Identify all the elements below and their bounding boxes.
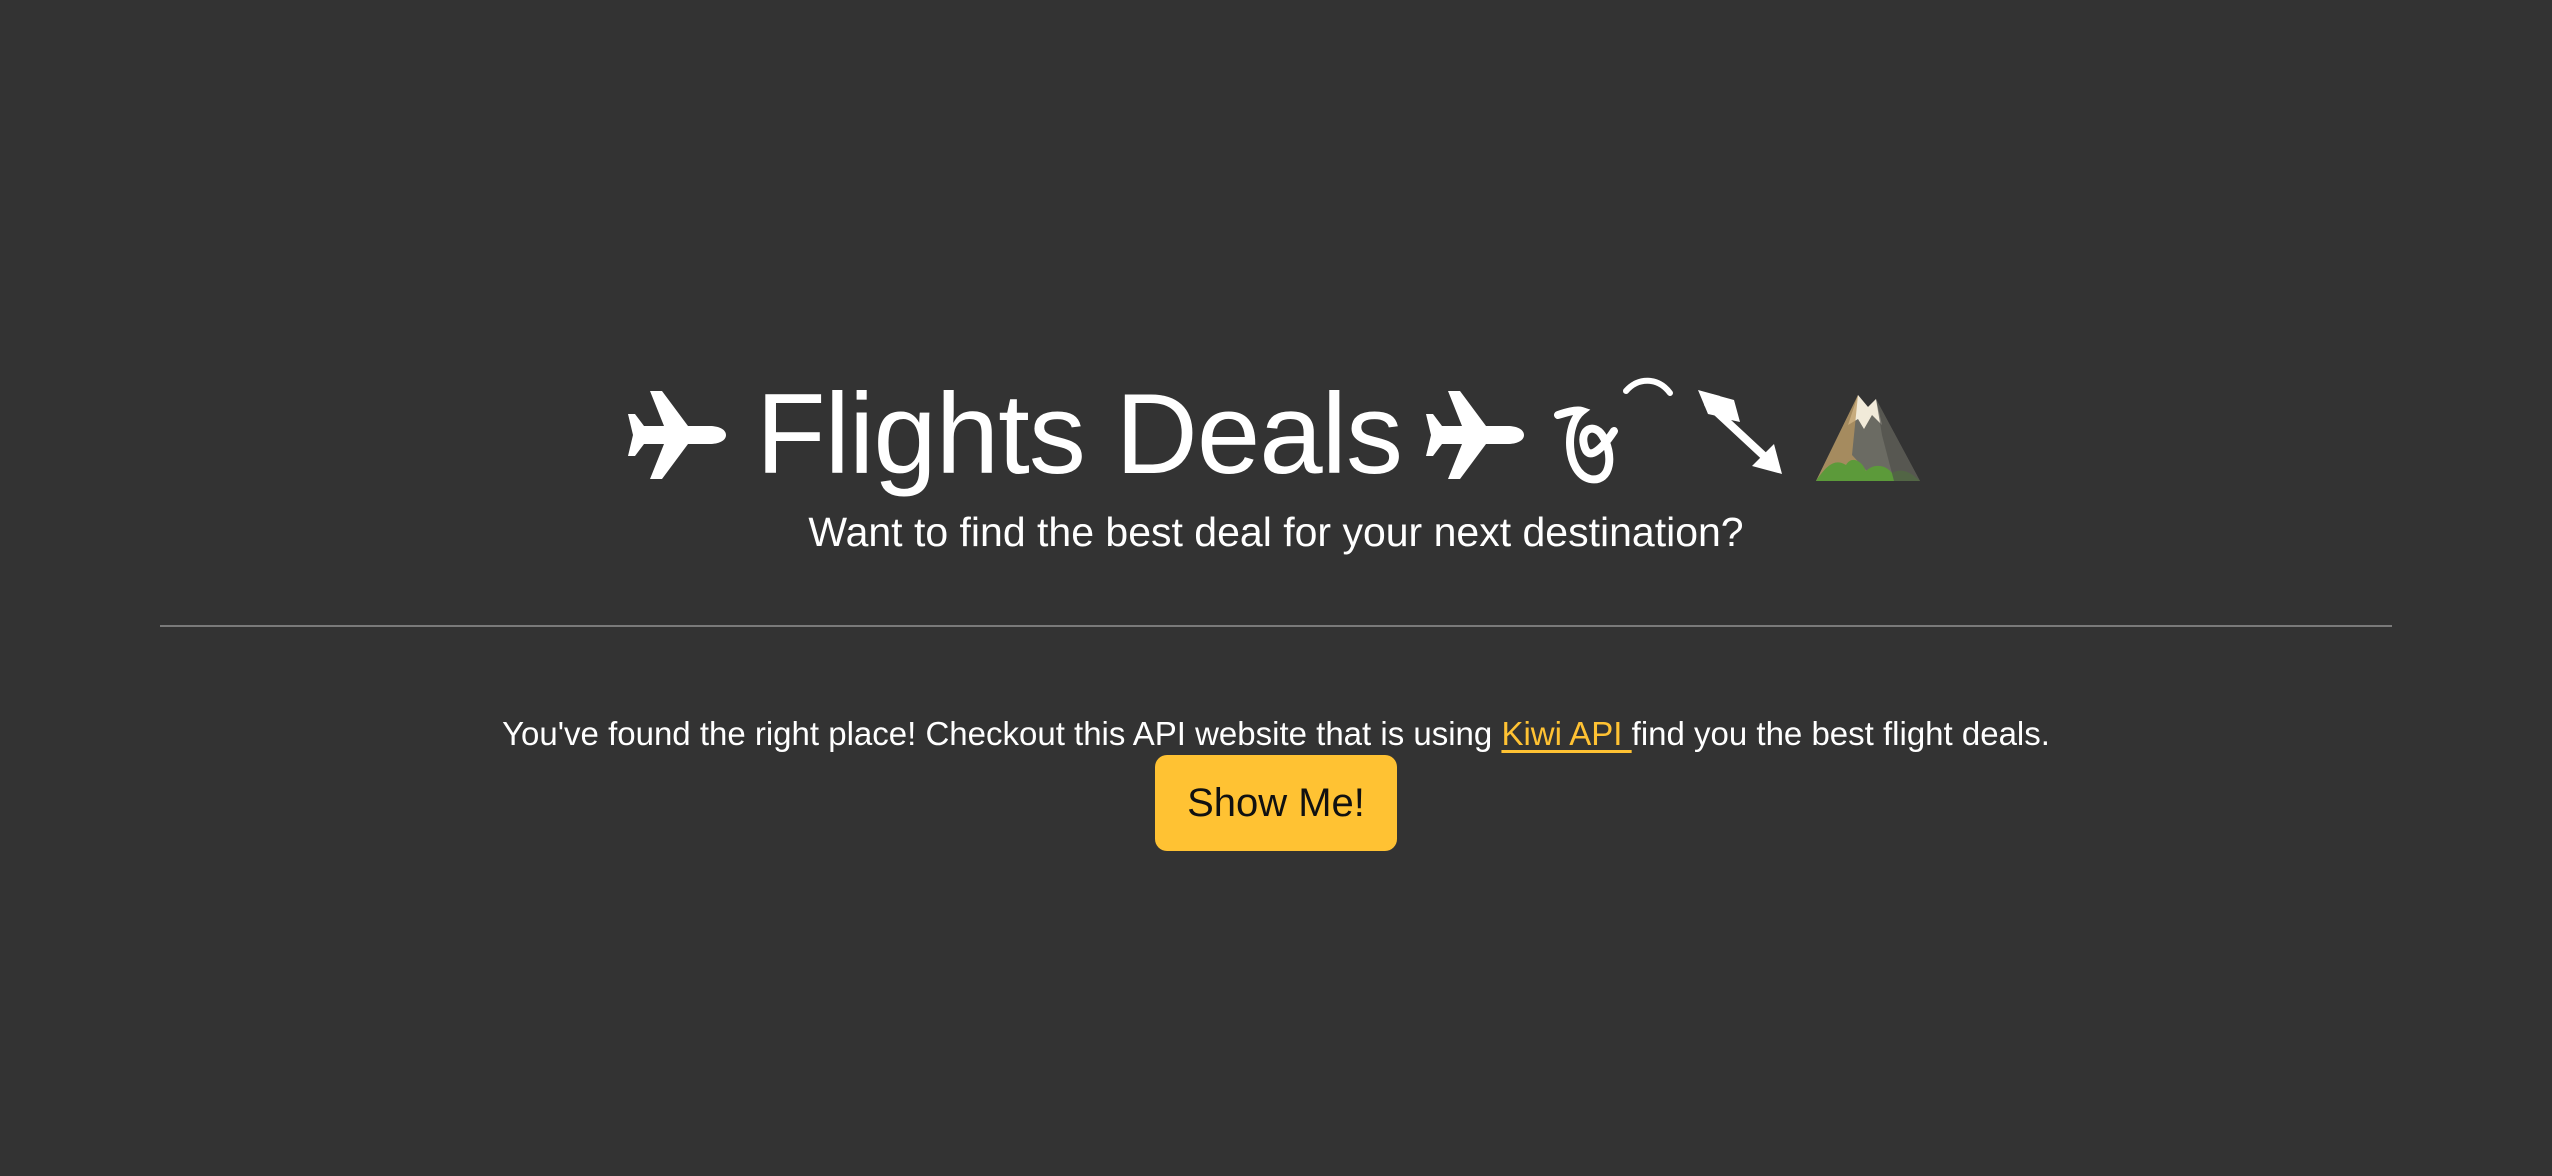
kiwi-api-link[interactable]: Kiwi API	[1501, 715, 1631, 752]
show-me-button[interactable]: Show Me!	[1155, 755, 1397, 851]
page-title: Flights Deals	[628, 370, 1924, 500]
lead-paragraph: You've found the right place! Checkout t…	[0, 709, 2552, 759]
divider	[160, 625, 2392, 627]
airplane-icon	[628, 385, 732, 485]
loop-arc-icon	[1553, 375, 1674, 495]
page: Flights Deals Want to find the best deal…	[0, 0, 2552, 1176]
airplane-icon	[1425, 385, 1530, 485]
lead-text-before: You've found the right place! Checkout t…	[502, 715, 1502, 752]
hero-header: Flights Deals Want to find the best deal…	[0, 370, 2552, 560]
subtitle: Want to find the best deal for your next…	[808, 509, 1744, 555]
lead-text-after: find you the best flight deals.	[1631, 715, 2050, 752]
mountain-icon	[1812, 385, 1924, 485]
title-text: Flights Deals	[756, 371, 1403, 498]
arrow-icon	[1697, 390, 1788, 480]
